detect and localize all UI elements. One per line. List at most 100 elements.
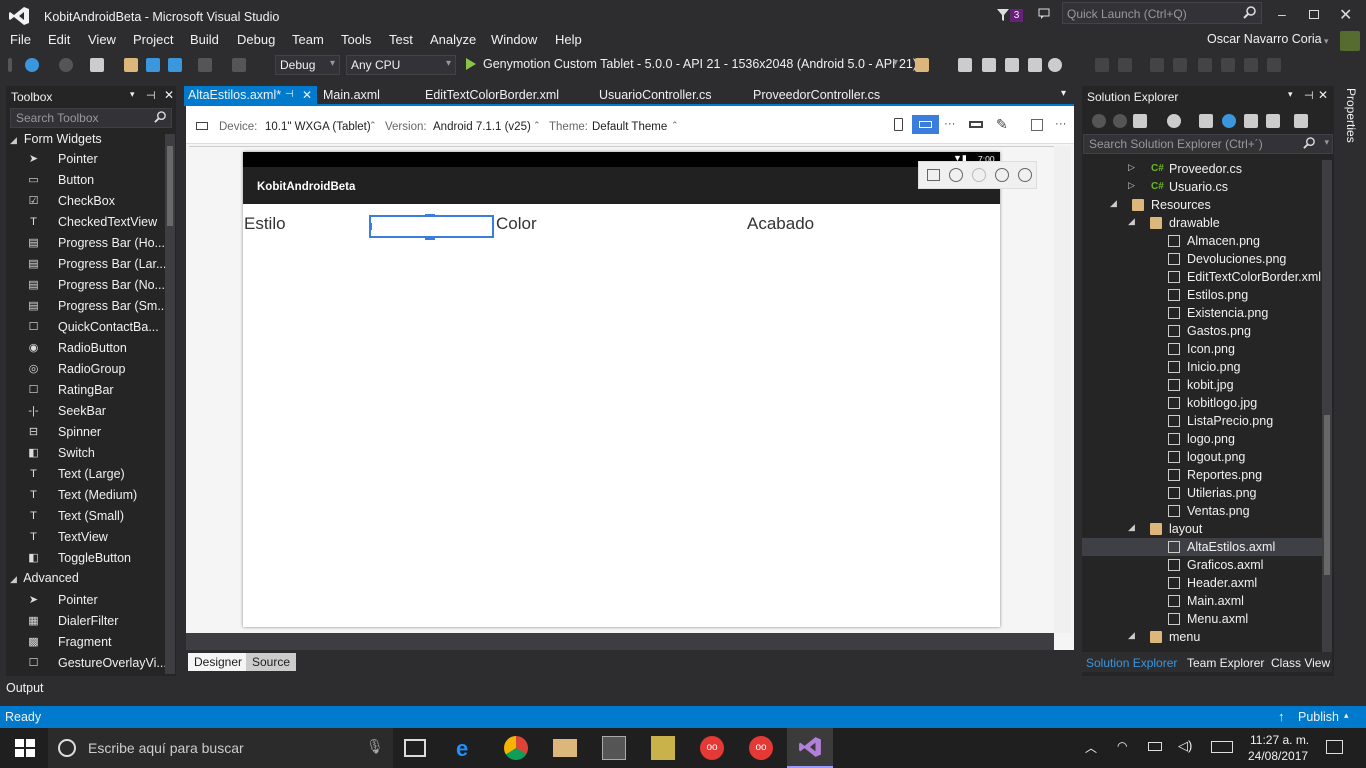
taskbar-search-box[interactable]: Escribe aquí para buscar 🎙 — [48, 728, 393, 768]
tab-solution-explorer[interactable]: Solution Explorer — [1086, 656, 1177, 670]
close-icon[interactable]: ✕ — [1318, 88, 1328, 102]
device-log-icon[interactable] — [958, 58, 972, 72]
toolbox-item[interactable]: T Text (Medium) — [6, 485, 164, 506]
toolbox-item[interactable]: T Text (Large) — [6, 464, 164, 485]
toolbox-item[interactable]: -|- SeekBar — [6, 401, 164, 422]
action-center-icon[interactable] — [1326, 740, 1343, 754]
tree-node[interactable]: Main.axml — [1082, 592, 1322, 610]
tree-node[interactable]: kobit.jpg — [1082, 376, 1322, 394]
menu-build[interactable]: Build — [190, 32, 219, 47]
play-icon[interactable] — [466, 58, 476, 70]
zoom-actual-icon[interactable] — [949, 168, 963, 182]
align-center-icon[interactable] — [1118, 58, 1132, 72]
toolbox-item[interactable]: ◉ RadioButton — [6, 338, 164, 359]
output-tab[interactable]: Output — [6, 681, 44, 695]
navigate-forward-icon[interactable] — [59, 58, 73, 72]
tree-node[interactable]: Existencia.png — [1082, 304, 1322, 322]
battery-icon[interactable] — [1148, 742, 1162, 751]
menu-window[interactable]: Window — [491, 32, 537, 47]
store-icon[interactable] — [602, 736, 626, 760]
solution-platform-select[interactable]: Any CPU — [346, 55, 456, 75]
menu-analyze[interactable]: Analyze — [430, 32, 476, 47]
genymotion-icon[interactable]: oo — [700, 736, 724, 760]
publish-menu-icon[interactable]: ▴ — [1344, 710, 1349, 721]
tab-main[interactable]: Main.axml — [319, 86, 384, 106]
edittext-selected[interactable] — [369, 214, 494, 240]
toolbox-item[interactable]: ▤ Progress Bar (Sm... — [6, 296, 167, 317]
tree-node[interactable]: ▷ C# Proveedor.cs — [1082, 160, 1322, 178]
toolbox-item[interactable]: ◎ RadioGroup — [6, 359, 164, 380]
avatar[interactable] — [1340, 31, 1360, 51]
toolbox-item[interactable]: ▤ Progress Bar (No... — [6, 275, 165, 296]
tab-proveedorcontroller[interactable]: ProveedorController.cs — [749, 86, 884, 106]
menu-edit[interactable]: Edit — [48, 32, 70, 47]
outdent-icon[interactable] — [1173, 58, 1187, 72]
tree-node[interactable]: Utilerias.png — [1082, 484, 1322, 502]
expand-icon[interactable]: ◢ — [1128, 522, 1135, 533]
clock-date[interactable]: 24/08/2017 — [1248, 749, 1308, 763]
toolbox-item[interactable]: ➤ Pointer — [6, 590, 164, 611]
tree-node[interactable]: EditTextColorBorder.xml — [1082, 268, 1322, 286]
design-surface[interactable]: ▼▮ 7:00 KobitAndroidBeta Estilo Color Ac… — [189, 146, 1071, 633]
tree-node[interactable]: Ventas.png — [1082, 502, 1322, 520]
publish-button[interactable]: Publish — [1298, 710, 1339, 724]
toolbox-group-form-widgets[interactable]: ◢ Form Widgets — [10, 132, 102, 146]
toolbox-item[interactable]: T CheckedTextView — [6, 212, 164, 233]
refresh-icon[interactable] — [1222, 114, 1236, 128]
task-view-icon[interactable] — [404, 739, 426, 757]
android-emulator-icon[interactable] — [982, 58, 996, 72]
expand-icon[interactable]: ◢ — [1110, 198, 1117, 209]
save-all-icon[interactable] — [168, 58, 182, 72]
tree-node[interactable]: ◢ Resources — [1082, 196, 1322, 214]
keyboard-icon[interactable] — [1211, 741, 1233, 753]
bookmark-clear-icon[interactable] — [1267, 58, 1281, 72]
filter-icon[interactable] — [996, 8, 1010, 22]
solution-explorer-search-input[interactable]: Search Solution Explorer (Ctrl+´) ▾ — [1083, 134, 1333, 154]
toolbox-item[interactable]: ☐ GestureOverlayVi... — [6, 653, 167, 674]
more-icon[interactable]: ··· — [1055, 118, 1067, 130]
landscape-button[interactable] — [912, 115, 939, 134]
tab-overflow-icon[interactable]: ▾ — [1061, 88, 1066, 99]
bookmark-icon[interactable] — [1198, 58, 1212, 72]
tab-class-view[interactable]: Class View — [1271, 656, 1330, 670]
android-sdk-icon[interactable] — [915, 58, 929, 72]
chevron-updown-icon[interactable]: ⌃ — [671, 120, 679, 131]
textview-color[interactable]: Color — [496, 214, 537, 234]
menu-view[interactable]: View — [88, 32, 116, 47]
pin-icon[interactable]: ⊣ — [285, 89, 294, 100]
tree-node[interactable]: ◢ layout — [1082, 520, 1322, 538]
toolbox-group-advanced[interactable]: ◢ Advanced — [10, 571, 79, 585]
network-icon[interactable]: ◠ — [1117, 739, 1127, 753]
pin-icon[interactable]: ⊣ — [146, 89, 156, 102]
menu-team[interactable]: Team — [292, 32, 324, 47]
tree-node[interactable]: Inicio.png — [1082, 358, 1322, 376]
toolbox-item[interactable]: ☐ RatingBar — [6, 380, 164, 401]
sync-icon[interactable] — [1199, 114, 1213, 128]
fit-screen-icon[interactable] — [927, 169, 940, 181]
solution-configuration-select[interactable]: Debug — [275, 55, 340, 75]
tab-usuariocontroller[interactable]: UsuarioController.cs — [595, 86, 716, 106]
scroll-thumb[interactable] — [1324, 415, 1330, 575]
toolbox-item[interactable]: ⊟ Spinner — [6, 422, 164, 443]
tab-designer[interactable]: Designer — [188, 653, 249, 671]
tree-node[interactable]: ◢ drawable — [1082, 214, 1322, 232]
tab-close-icon[interactable]: ✕ — [302, 88, 312, 102]
close-button[interactable]: ✕ — [1339, 5, 1352, 25]
toolbox-scrollbar[interactable] — [165, 134, 175, 674]
file-explorer-icon[interactable] — [553, 739, 577, 757]
toolbox-item[interactable]: ▭ Button — [6, 170, 164, 191]
zoom-fit-icon[interactable] — [972, 168, 986, 182]
tree-node[interactable]: Graficos.axml — [1082, 556, 1322, 574]
toolbox-item[interactable]: ▩ Fragment — [6, 632, 164, 653]
undo-icon[interactable] — [198, 58, 212, 72]
tree-node[interactable]: ListaPrecio.png — [1082, 412, 1322, 430]
menu-tools[interactable]: Tools — [341, 32, 371, 47]
toolbar-toggle-icon[interactable] — [969, 121, 983, 128]
resize-handle[interactable] — [425, 237, 435, 240]
expand-icon[interactable]: ◢ — [1128, 630, 1135, 641]
solution-scrollbar[interactable] — [1322, 160, 1332, 652]
expand-icon[interactable]: ▷ — [1128, 162, 1135, 173]
menu-help[interactable]: Help — [555, 32, 582, 47]
tab-team-explorer[interactable]: Team Explorer — [1187, 656, 1264, 670]
device-manager-icon[interactable] — [1028, 58, 1042, 72]
